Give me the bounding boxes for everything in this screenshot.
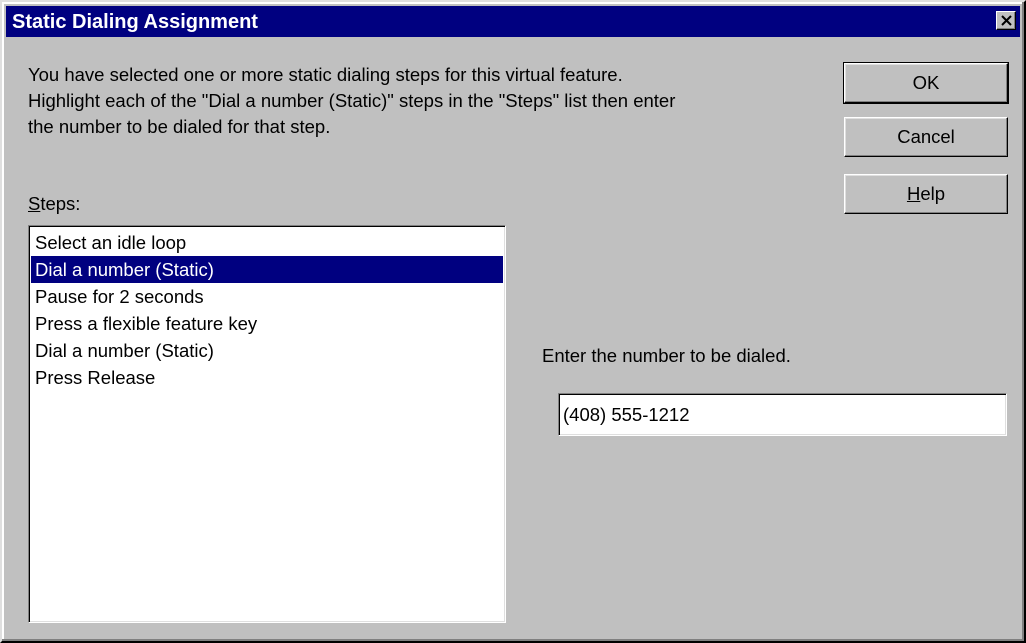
steps-mnemonic: S — [28, 193, 41, 214]
list-item[interactable]: Dial a number (Static) — [31, 256, 503, 283]
help-mnemonic: H — [906, 183, 921, 204]
list-item[interactable]: Pause for 2 seconds — [31, 283, 503, 310]
close-icon — [1001, 15, 1012, 26]
dial-number-label: Enter the number to be dialed. — [542, 345, 791, 366]
help-button[interactable]: Help — [844, 174, 1008, 214]
instructions-line-2: Highlight each of the "Dial a number (St… — [28, 90, 676, 111]
dial-number-input[interactable] — [558, 393, 1007, 436]
help-label-rest: elp — [920, 183, 946, 204]
list-item[interactable]: Press a flexible feature key — [31, 310, 503, 337]
static-dialing-dialog: Static Dialing Assignment You have selec… — [0, 0, 1026, 643]
instructions-line-1: You have selected one or more static dia… — [28, 64, 623, 85]
steps-label: Steps: — [28, 192, 80, 216]
steps-listbox[interactable]: Select an idle loop Dial a number (Static… — [28, 225, 506, 623]
close-button[interactable] — [996, 11, 1016, 30]
steps-label-rest: teps: — [40, 193, 81, 214]
list-item[interactable]: Press Release — [31, 364, 503, 391]
window-title: Static Dialing Assignment — [12, 11, 258, 33]
list-item[interactable]: Dial a number (Static) — [31, 337, 503, 364]
ok-button[interactable]: OK — [843, 62, 1009, 104]
list-item[interactable]: Select an idle loop — [31, 229, 503, 256]
instructions-line-3: the number to be dialed for that step. — [28, 116, 331, 137]
instructions-text: You have selected one or more static dia… — [28, 62, 818, 140]
cancel-button[interactable]: Cancel — [844, 117, 1008, 157]
title-bar[interactable]: Static Dialing Assignment — [6, 6, 1020, 37]
